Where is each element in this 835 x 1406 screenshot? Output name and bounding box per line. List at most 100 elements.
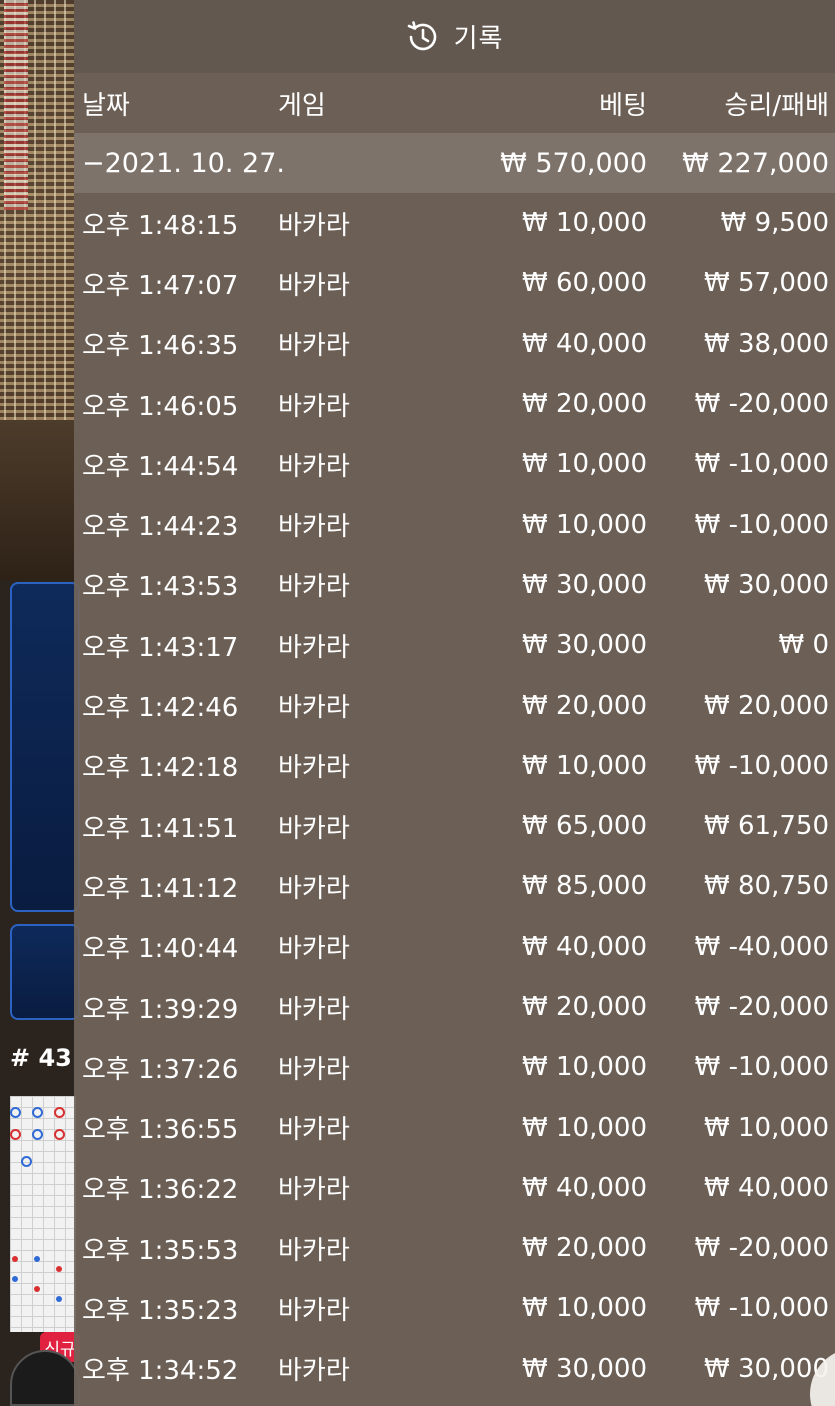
history-panel: 기록 날짜 게임 베팅 승리/패배 −2021. 10. 27. ₩ 570,0…	[74, 0, 835, 1406]
road-mark	[56, 1296, 62, 1302]
row-result: ₩ -20,000	[694, 389, 829, 420]
row-game: 바카라	[278, 994, 350, 1025]
row-bet: ₩ 30,000	[522, 630, 647, 661]
row-game: 바카라	[278, 331, 350, 362]
row-result: ₩ 61,750	[704, 811, 829, 842]
row-result: ₩ 40,000	[704, 1172, 829, 1203]
row-time: 오후 1:37:26	[82, 1054, 239, 1085]
row-bet: ₩ 20,000	[522, 690, 647, 721]
history-row[interactable]: 오후 1:42:18 바카라 ₩ 10,000 ₩ -10,000	[74, 736, 835, 796]
road-mark	[10, 1129, 21, 1140]
bead-road	[10, 1096, 76, 1332]
row-game: 바카라	[278, 632, 350, 663]
row-game: 바카라	[278, 391, 350, 422]
row-result: ₩ 57,000	[704, 268, 829, 299]
row-bet: ₩ 10,000	[522, 750, 647, 781]
history-row[interactable]: 오후 1:35:23 바카라 ₩ 10,000 ₩ -10,000	[74, 1278, 835, 1338]
history-row[interactable]: 오후 1:37:26 바카라 ₩ 10,000 ₩ -10,000	[74, 1037, 835, 1097]
row-bet: ₩ 10,000	[522, 449, 647, 480]
background-bet-area-secondary	[10, 924, 80, 1020]
row-result: ₩ -10,000	[694, 1293, 829, 1324]
history-row[interactable]: 오후 1:39:29 바카라 ₩ 20,000 ₩ -20,000	[74, 977, 835, 1037]
row-game: 바카라	[278, 1175, 350, 1206]
road-mark	[54, 1107, 65, 1118]
group-result-total: ₩ 227,000	[682, 147, 829, 179]
history-row[interactable]: 오후 1:46:35 바카라 ₩ 40,000 ₩ 38,000	[74, 314, 835, 374]
row-time: 오후 1:42:18	[82, 753, 239, 784]
history-row[interactable]: 오후 1:44:23 바카라 ₩ 10,000 ₩ -10,000	[74, 494, 835, 554]
row-game: 바카라	[278, 693, 350, 724]
row-result: ₩ -10,000	[694, 1052, 829, 1083]
row-game: 바카라	[278, 1054, 350, 1085]
background-curtain-beads	[4, 0, 28, 210]
history-row[interactable]: 오후 1:41:12 바카라 ₩ 85,000 ₩ 80,750	[74, 856, 835, 916]
history-row[interactable]: 오후 1:40:44 바카라 ₩ 40,000 ₩ -40,000	[74, 917, 835, 977]
road-mark	[32, 1129, 43, 1140]
row-game: 바카라	[278, 1356, 350, 1387]
history-row[interactable]: 오후 1:34:52 바카라 ₩ 30,000 ₩ 30,000	[74, 1339, 835, 1399]
row-time: 오후 1:47:07	[82, 270, 239, 301]
history-row[interactable]: 오후 1:43:17 바카라 ₩ 30,000 ₩ 0	[74, 615, 835, 675]
row-game: 바카라	[278, 512, 350, 543]
row-game: 바카라	[278, 813, 350, 844]
row-result: ₩ 10,000	[704, 1112, 829, 1143]
row-result: ₩ 30,000	[704, 1353, 829, 1384]
row-bet: ₩ 20,000	[522, 1233, 647, 1264]
road-mark	[10, 1107, 21, 1118]
history-row[interactable]: 오후 1:43:53 바카라 ₩ 30,000 ₩ 30,000	[74, 555, 835, 615]
row-time: 오후 1:34:52	[82, 1356, 239, 1387]
row-game: 바카라	[278, 1235, 350, 1266]
row-time: 오후 1:46:35	[82, 331, 239, 362]
row-time: 오후 1:43:53	[82, 572, 239, 603]
row-bet: ₩ 30,000	[522, 1353, 647, 1384]
history-row[interactable]: 오후 1:44:54 바카라 ₩ 10,000 ₩ -10,000	[74, 434, 835, 494]
history-row[interactable]: 오후 1:42:46 바카라 ₩ 20,000 ₩ 20,000	[74, 675, 835, 735]
group-date: −2021. 10. 27.	[82, 147, 285, 179]
row-time: 오후 1:43:17	[82, 632, 239, 663]
column-header-row: 날짜 게임 베팅 승리/패배	[74, 73, 835, 133]
road-mark	[34, 1256, 40, 1262]
row-result: ₩ 20,000	[704, 690, 829, 721]
row-result: ₩ -40,000	[694, 931, 829, 962]
group-bet-total: ₩ 570,000	[500, 147, 647, 179]
row-game: 바카라	[278, 753, 350, 784]
background-bet-area-player	[10, 582, 80, 912]
history-row[interactable]: 오후 1:35:53 바카라 ₩ 20,000 ₩ -20,000	[74, 1218, 835, 1278]
history-row[interactable]: 오후 1:41:51 바카라 ₩ 65,000 ₩ 61,750	[74, 796, 835, 856]
row-bet: ₩ 10,000	[522, 208, 647, 239]
row-bet: ₩ 60,000	[522, 268, 647, 299]
history-row[interactable]: 오후 1:47:07 바카라 ₩ 60,000 ₩ 57,000	[74, 253, 835, 313]
row-time: 오후 1:36:22	[82, 1175, 239, 1206]
row-time: 오후 1:36:55	[82, 1115, 239, 1146]
history-header: 기록	[74, 0, 835, 73]
row-game: 바카라	[278, 451, 350, 482]
row-result: ₩ 9,500	[720, 208, 829, 239]
history-row[interactable]: 오후 1:36:55 바카라 ₩ 10,000 ₩ 10,000	[74, 1097, 835, 1157]
row-time: 오후 1:48:15	[82, 210, 239, 241]
row-result: ₩ -10,000	[694, 750, 829, 781]
row-bet: ₩ 10,000	[522, 1293, 647, 1324]
row-time: 오후 1:42:46	[82, 693, 239, 724]
history-row[interactable]: 오후 1:46:05 바카라 ₩ 20,000 ₩ -20,000	[74, 374, 835, 434]
history-list: 오후 1:48:15 바카라 ₩ 10,000 ₩ 9,500 오후 1:47:07 바카…	[74, 193, 835, 1399]
row-bet: ₩ 85,000	[522, 871, 647, 902]
row-time: 오후 1:44:23	[82, 512, 239, 543]
row-result: ₩ -10,000	[694, 449, 829, 480]
row-game: 바카라	[278, 1115, 350, 1146]
column-header-date: 날짜	[82, 90, 130, 121]
history-row[interactable]: 오후 1:48:15 바카라 ₩ 10,000 ₩ 9,500	[74, 193, 835, 253]
row-result: ₩ 30,000	[704, 569, 829, 600]
column-header-game: 게임	[278, 90, 326, 121]
row-time: 오후 1:41:12	[82, 873, 239, 904]
history-icon	[406, 20, 440, 54]
history-row[interactable]: 오후 1:36:22 바카라 ₩ 40,000 ₩ 40,000	[74, 1158, 835, 1218]
row-game: 바카라	[278, 270, 350, 301]
date-group-row[interactable]: −2021. 10. 27. ₩ 570,000 ₩ 227,000	[74, 133, 835, 193]
road-mark	[32, 1107, 43, 1118]
row-time: 오후 1:46:05	[82, 391, 239, 422]
row-time: 오후 1:39:29	[82, 994, 239, 1025]
row-bet: ₩ 20,000	[522, 389, 647, 420]
row-result: ₩ 0	[778, 630, 829, 661]
row-time: 오후 1:40:44	[82, 934, 239, 965]
road-mark	[12, 1276, 18, 1282]
